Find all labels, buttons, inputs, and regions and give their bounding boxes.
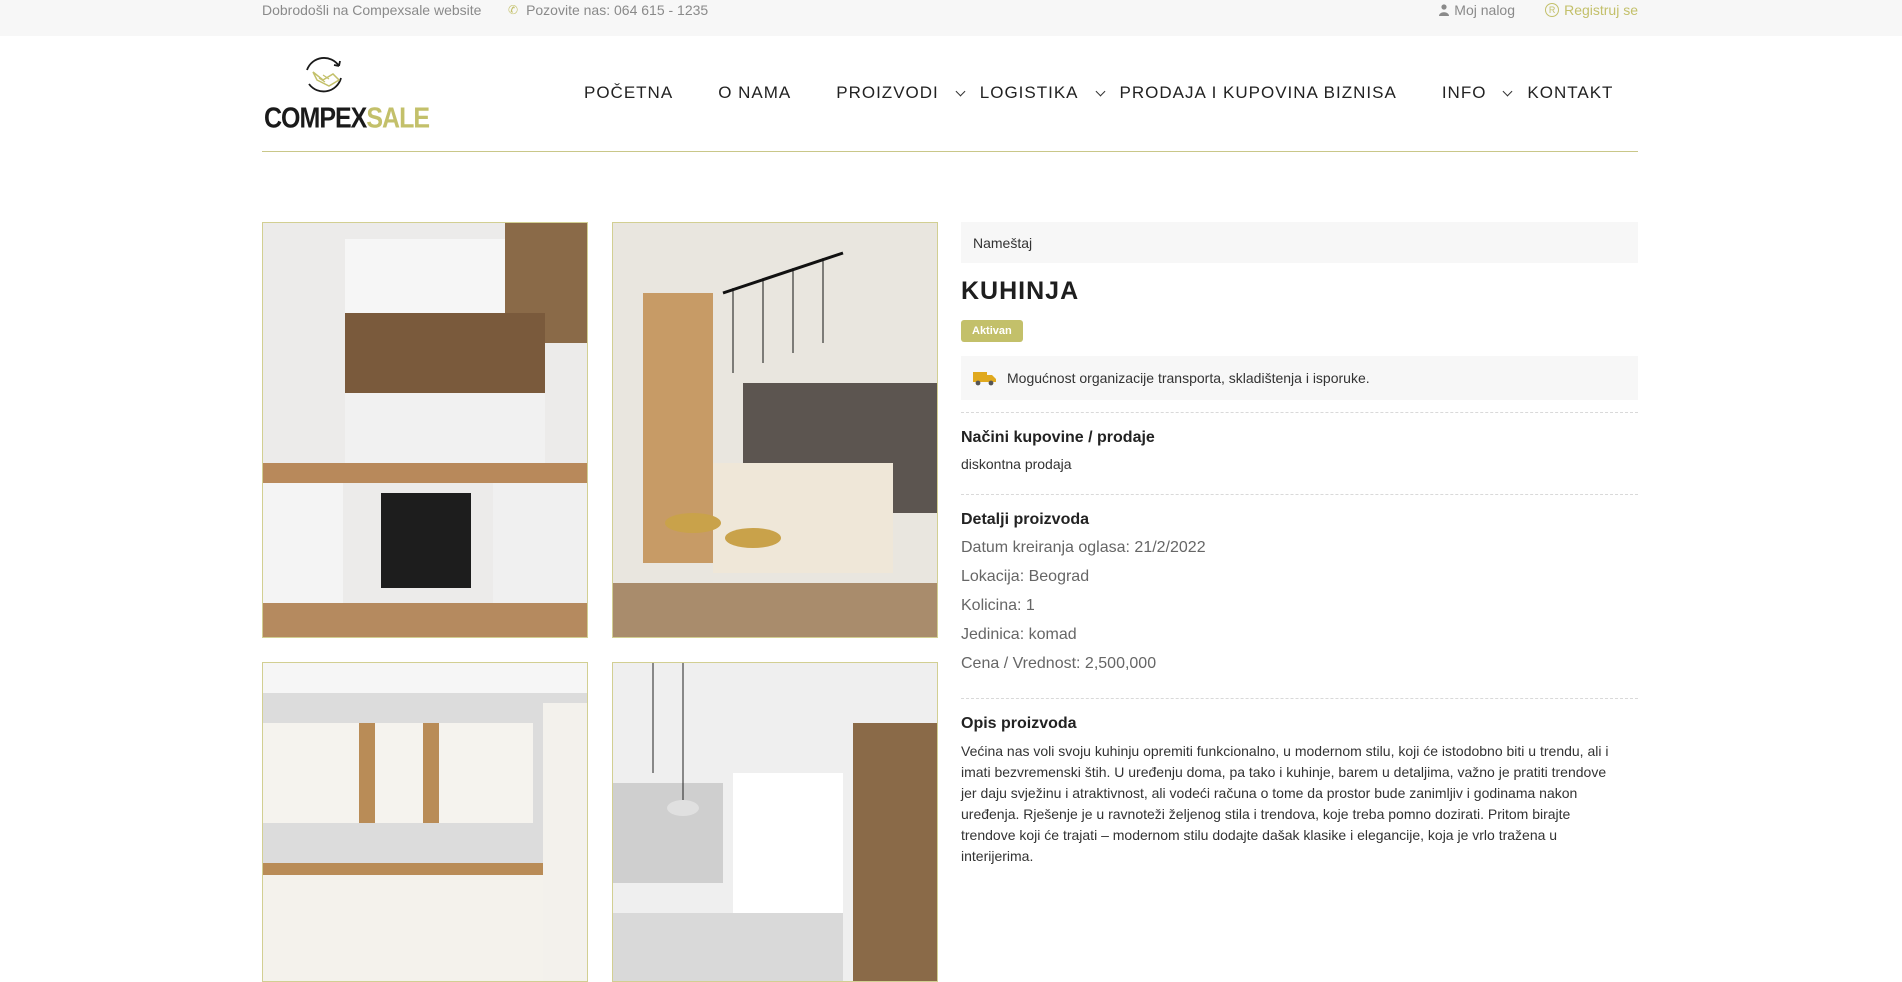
description-heading: Opis proizvoda (961, 715, 1077, 732)
phone-info[interactable]: ✆ Pozovite nas: 064 615 - 1235 (508, 2, 708, 18)
logo-wordmark: COMPEXSALE (264, 102, 430, 135)
status-badge: Aktivan (961, 320, 1023, 342)
divider (961, 698, 1638, 699)
detail-quantity: Kolicina: 1 (961, 597, 1035, 614)
product-photo-3[interactable] (262, 662, 588, 982)
register-link[interactable]: R Registruj se (1545, 2, 1638, 18)
product-photo-2[interactable] (612, 222, 938, 638)
chevron-down-icon (1502, 86, 1513, 96)
detail-created-date: Datum kreiranja oglasa: 21/2/2022 (961, 539, 1206, 556)
detail-location: Lokacija: Beograd (961, 568, 1090, 585)
product-title: KUHINJA (961, 277, 1080, 305)
product-details-heading: Detalji proizvoda (961, 511, 1090, 528)
handshake-logo-icon (306, 57, 342, 93)
nav-item-info[interactable]: INFO (1442, 83, 1513, 103)
account-link[interactable]: Moj nalog (1439, 2, 1515, 18)
nav-item-logistika[interactable]: LOGISTIKA (980, 83, 1105, 103)
register-label: Registruj se (1564, 2, 1638, 18)
description-text: Većina nas voli svoju kuhinju opremiti f… (961, 743, 1609, 864)
phone-text: Pozovite nas: 064 615 - 1235 (526, 2, 709, 18)
product-info: Nameštaj KUHINJA Aktivan Mogućnost organ… (961, 222, 1638, 867)
phone-icon: ✆ (508, 3, 519, 17)
nav-item-prodaja-i-kupovina-biznisa[interactable]: PRODAJA I KUPOVINA BIZNISA (1120, 83, 1397, 103)
main-nav: POČETNA O NAMA PROIZVODI LOGISTIKA PRODA… (584, 83, 1613, 103)
product-photo-4[interactable] (612, 662, 938, 982)
user-icon (1439, 4, 1450, 16)
truck-icon (973, 372, 996, 386)
nav-item-o-nama[interactable]: O NAMA (718, 83, 791, 103)
transport-text: Mogućnost organizacije transporta, sklad… (1007, 370, 1370, 386)
transport-notice: Mogućnost organizacije transporta, sklad… (961, 356, 1638, 400)
account-label: Moj nalog (1454, 2, 1515, 18)
chevron-down-icon (955, 86, 966, 96)
divider (961, 412, 1638, 413)
divider (961, 494, 1638, 495)
purchase-methods-heading: Načini kupovine / prodaje (961, 429, 1155, 446)
top-bar: Dobrodošli na Compexsale website ✆ Pozov… (0, 0, 1902, 36)
site-header: COMPEXSALE POČETNA O NAMA PROIZVODI LOGI… (262, 36, 1638, 152)
nav-item-kontakt[interactable]: KONTAKT (1527, 83, 1613, 103)
registered-icon: R (1545, 3, 1560, 17)
chevron-down-icon (1095, 86, 1105, 96)
detail-price: Cena / Vrednost: 2,500,000 (961, 655, 1157, 672)
logo[interactable]: COMPEXSALE (264, 52, 430, 148)
welcome-text: Dobrodošli na Compexsale website (262, 2, 482, 18)
purchase-method-value: diskontna prodaja (961, 456, 1072, 472)
nav-item-pocetna[interactable]: POČETNA (584, 83, 673, 103)
nav-item-proizvodi[interactable]: PROIZVODI (836, 83, 966, 103)
product-photo-1[interactable] (262, 222, 588, 638)
category-breadcrumb[interactable]: Nameštaj (961, 222, 1638, 263)
detail-unit: Jedinica: komad (961, 626, 1077, 643)
